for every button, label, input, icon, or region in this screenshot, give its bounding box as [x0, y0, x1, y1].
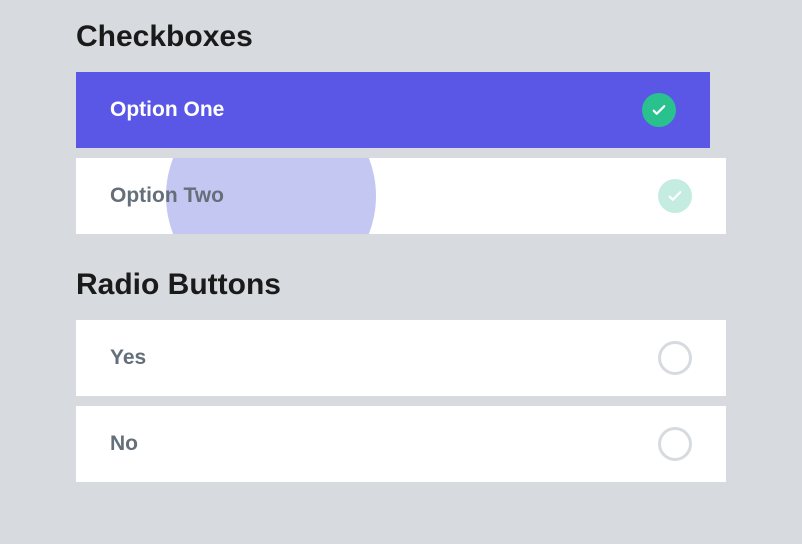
check-icon [642, 93, 676, 127]
check-icon [658, 179, 692, 213]
checkbox-option-one[interactable]: Option One [76, 72, 710, 148]
radio-option-label: Yes [110, 346, 146, 370]
radio-buttons-heading: Radio Buttons [76, 268, 726, 302]
checkbox-option-label: Option One [110, 98, 224, 122]
radio-option-yes[interactable]: Yes [76, 320, 726, 396]
checkboxes-heading: Checkboxes [76, 20, 726, 54]
radio-icon [658, 427, 692, 461]
radio-option-label: No [110, 432, 138, 456]
checkbox-option-two[interactable]: Option Two [76, 158, 726, 234]
radio-icon [658, 341, 692, 375]
checkbox-option-label: Option Two [110, 184, 224, 208]
radio-option-no[interactable]: No [76, 406, 726, 482]
